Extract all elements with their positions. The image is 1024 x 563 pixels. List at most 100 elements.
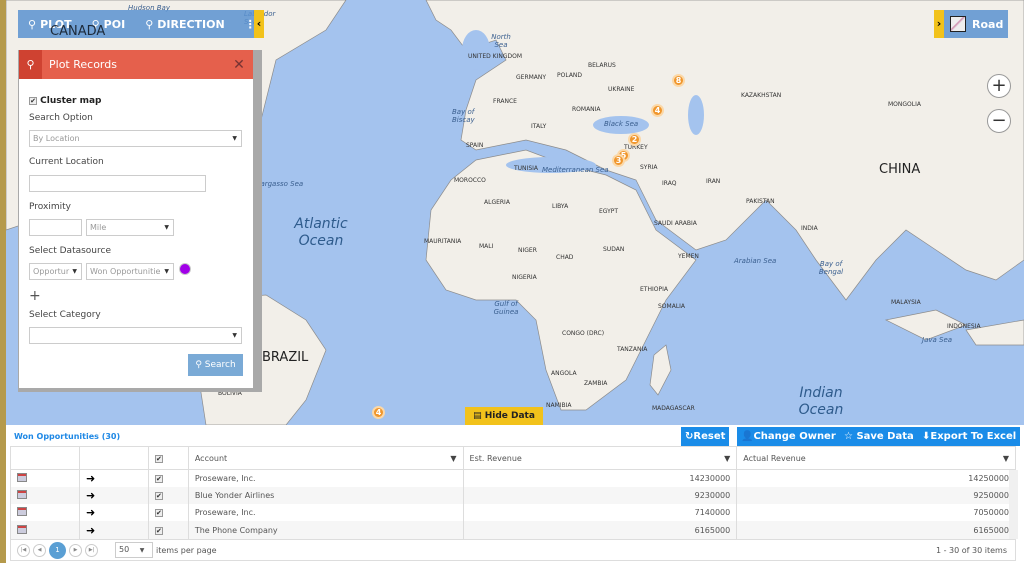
label-belarus: BELARUS <box>588 62 616 69</box>
record-icon[interactable] <box>10 486 80 505</box>
page-1-button[interactable]: 1 <box>49 541 66 559</box>
cluster-map-checkbox[interactable]: ✔ Cluster map <box>29 96 101 106</box>
label-java-sea: Java Sea <box>922 336 953 344</box>
data-grid-panel: Won Opportunities (30) ↻Reset 👤Change Ow… <box>6 425 1024 563</box>
select-all-checkbox[interactable]: ✔ <box>147 446 189 470</box>
add-datasource-button[interactable]: + <box>29 288 41 304</box>
datasource-view-select[interactable]: Won Opportunitie ▼ <box>86 263 174 280</box>
save-data-button[interactable]: ☆ Save Data <box>840 427 918 446</box>
search-button[interactable]: ⚲ Search <box>188 354 243 376</box>
table-row[interactable]: ➜ ✔ Proseware, Inc. 7140000 7050000 <box>10 504 1016 522</box>
label-namibia: NAMIBIA <box>546 402 572 409</box>
direction-button[interactable]: ⚲ DIRECTION <box>135 10 235 38</box>
filter-icon[interactable]: ▼ <box>1003 454 1009 463</box>
column-account[interactable]: Account ▼ <box>187 446 464 470</box>
datasource-entity-select[interactable]: Opportur ▼ <box>29 263 82 280</box>
label-angola: ANGOLA <box>551 370 577 377</box>
pin-icon: ⚲ <box>19 50 42 79</box>
reset-button[interactable]: ↻Reset <box>681 427 730 446</box>
row-checkbox[interactable]: ✔ <box>147 521 189 539</box>
last-page-button[interactable]: ▶| <box>85 543 98 557</box>
map-style-switcher[interactable]: › Road <box>934 10 1008 38</box>
label-sargasso-sea: Sargasso Sea <box>256 180 304 188</box>
navigate-arrow-icon[interactable]: ➜ <box>78 486 149 505</box>
pager: |◀ ◀ 1 ▶ ▶| 50 ▼ items per page 1 - 30 o… <box>10 539 1016 561</box>
row-checkbox[interactable]: ✔ <box>147 486 189 505</box>
cell-actual-revenue: 6165000 <box>736 521 1016 539</box>
navigate-arrow-icon[interactable]: ➜ <box>78 469 149 487</box>
label-india: INDIA <box>801 225 818 232</box>
column-est-revenue[interactable]: Est. Revenue ▼ <box>462 446 738 470</box>
cluster-marker[interactable]: 3 <box>612 154 625 167</box>
record-icon[interactable] <box>10 469 80 487</box>
cell-est-revenue: 6165000 <box>462 521 738 539</box>
dropdown-arrow-icon: ▼ <box>164 224 169 231</box>
proximity-label: Proximity <box>29 202 71 212</box>
label-tunisia: TUNISIA <box>514 165 538 172</box>
cluster-marker[interactable]: 2 <box>628 133 641 146</box>
table-scrollbar[interactable] <box>1009 470 1018 539</box>
search-option-select[interactable]: By Location ▼ <box>29 130 242 147</box>
label-ethiopia: ETHIOPIA <box>640 286 668 293</box>
grid-title: Won Opportunities (30) <box>14 432 121 441</box>
first-page-button[interactable]: |◀ <box>17 543 30 557</box>
table-row[interactable]: ➜ ✔ The Phone Company 6165000 6165000 <box>10 521 1016 539</box>
label-poland: POLAND <box>557 72 583 79</box>
category-select[interactable]: ▼ <box>29 327 242 344</box>
current-location-input[interactable] <box>29 175 206 192</box>
label-ukraine: UKRAINE <box>608 86 635 93</box>
cluster-marker[interactable]: 4 <box>651 104 664 117</box>
label-iran: IRAN <box>706 178 721 185</box>
filter-icon[interactable]: ▼ <box>450 454 456 463</box>
label-chad: CHAD <box>556 254 574 261</box>
table-row[interactable]: ➜ ✔ Proseware, Inc. 14230000 14250000 <box>10 469 1016 487</box>
proximity-unit-select[interactable]: Mile ▼ <box>86 219 174 236</box>
label-mali: MALI <box>479 243 494 250</box>
change-owner-button[interactable]: 👤Change Owner <box>737 427 840 446</box>
table-row[interactable]: ➜ ✔ Blue Yonder Airlines 9230000 9250000 <box>10 486 1016 505</box>
prev-page-button[interactable]: ◀ <box>33 543 46 557</box>
label-italy: ITALY <box>531 123 547 130</box>
label-mongolia: MONGOLIA <box>888 101 921 108</box>
label-niger: NIGER <box>518 247 537 254</box>
label-nigeria: NIGERIA <box>512 274 537 281</box>
plot-records-panel: ⚲ Plot Records ✕ ✔ Cluster map Search Op… <box>18 50 262 392</box>
record-icon[interactable] <box>10 504 80 522</box>
export-excel-button[interactable]: ⬇Export To Excel <box>918 427 1021 446</box>
label-china: CHINA <box>879 162 921 177</box>
expand-icon[interactable]: › <box>934 10 944 38</box>
navigate-arrow-icon[interactable]: ➜ <box>78 504 149 522</box>
label-sudan: SUDAN <box>603 246 625 253</box>
row-checkbox[interactable]: ✔ <box>147 504 189 522</box>
pin-color-picker[interactable] <box>179 263 191 275</box>
label-algeria: ALGERIA <box>484 199 510 206</box>
hide-data-button[interactable]: ▤ Hide Data <box>465 407 543 425</box>
cell-est-revenue: 14230000 <box>462 469 738 487</box>
record-icon[interactable] <box>10 521 80 539</box>
star-icon: ☆ <box>844 431 857 442</box>
filter-icon[interactable]: ▼ <box>724 454 730 463</box>
plot-button[interactable]: ⚲ PLOT <box>18 10 82 38</box>
cluster-marker[interactable]: 4 <box>372 406 385 419</box>
next-page-button[interactable]: ▶ <box>69 543 82 557</box>
label-malaysia: MALAYSIA <box>891 299 921 306</box>
page-size-select[interactable]: 50 ▼ <box>115 542 153 558</box>
column-actual-revenue[interactable]: Actual Revenue ▼ <box>736 446 1016 470</box>
road-map-icon <box>950 16 966 32</box>
zoom-in-button[interactable]: + <box>987 74 1011 98</box>
label-bay-of-bengal: Bay of Bengal <box>818 260 844 276</box>
cell-account: Proseware, Inc. <box>187 469 464 487</box>
checkbox-icon[interactable]: ✔ <box>29 97 37 105</box>
search-option-label: Search Option <box>29 113 93 123</box>
close-button[interactable]: ✕ <box>225 57 253 73</box>
cluster-marker[interactable]: 8 <box>672 74 685 87</box>
route-icon: ⚲ <box>145 17 154 31</box>
row-checkbox[interactable]: ✔ <box>147 469 189 487</box>
zoom-out-button[interactable]: − <box>987 109 1011 133</box>
datasource-label: Select Datasource <box>29 246 112 256</box>
more-button[interactable]: ⋮ <box>235 10 266 38</box>
proximity-input[interactable] <box>29 219 82 236</box>
navigate-arrow-icon[interactable]: ➜ <box>78 521 149 539</box>
label-saudi: SAUDI ARABIA <box>654 220 697 227</box>
poi-button[interactable]: ⚲ POI <box>82 10 136 38</box>
